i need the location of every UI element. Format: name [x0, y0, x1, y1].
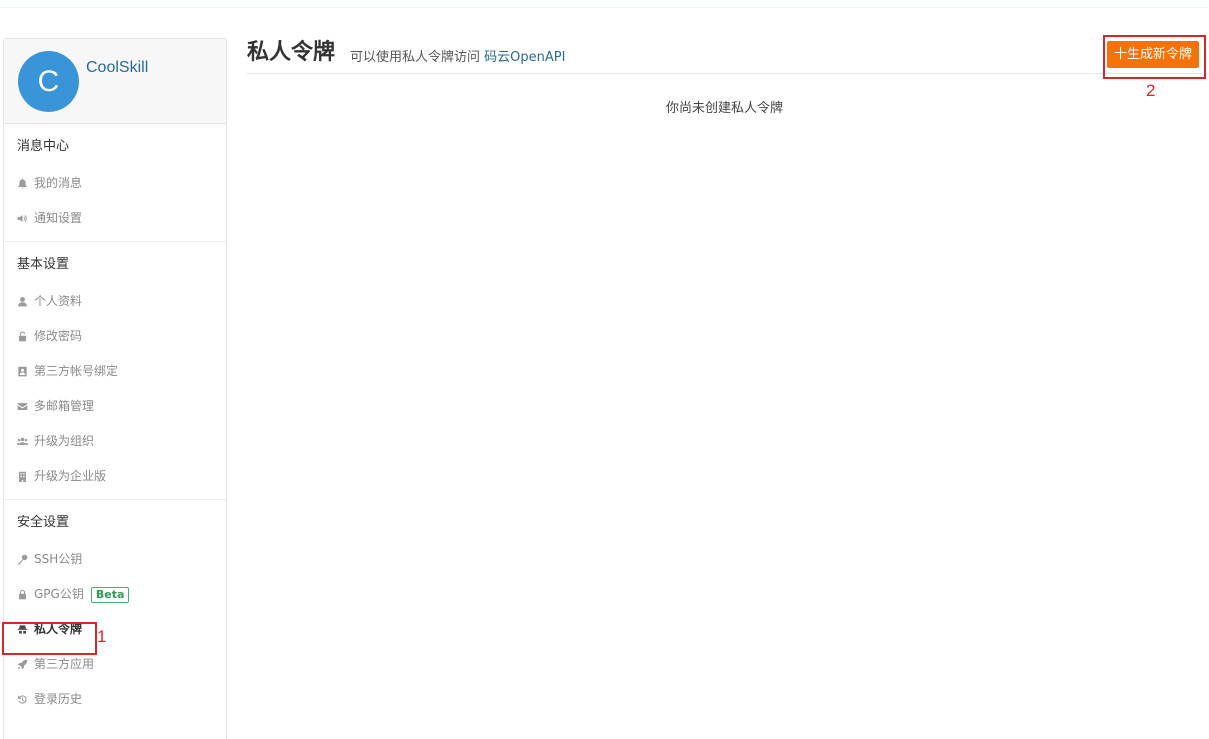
sidebar-group-basic: 基本设置 个人资料 修改密码 第三方帐号绑定 多邮箱管理 升级为组织 升级为企业…: [4, 242, 226, 500]
annotation-number-2: 2: [1146, 81, 1156, 100]
bell-icon: [16, 178, 28, 190]
users-icon: [16, 436, 28, 448]
sidebar-item-notification-settings[interactable]: 通知设置: [4, 201, 226, 236]
building-icon: [16, 471, 28, 483]
unlock-icon: [16, 331, 28, 343]
user-icon: [16, 296, 28, 308]
sidebar-item-label: 修改密码: [34, 329, 83, 343]
highlight-box-2: [1103, 35, 1206, 79]
annotation-number-1: 1: [97, 627, 107, 646]
profile-card: C CoolSkill: [4, 39, 226, 124]
beta-badge: Beta: [90, 586, 130, 603]
sidebar-item-gpg-keys[interactable]: GPG公钥 Beta: [4, 577, 226, 612]
empty-state-text: 你尚未创建私人令牌: [665, 101, 783, 116]
envelope-icon: [16, 401, 28, 413]
page-title: 私人令牌: [247, 40, 336, 65]
main-content: 私人令牌 可以使用私人令牌访问 码云OpenAPI 十生成新令牌 你尚未创建私人…: [247, 38, 1202, 116]
sidebar-item-login-history[interactable]: 登录历史: [4, 682, 226, 717]
top-bar: [0, 0, 1209, 8]
highlight-box-1: [2, 622, 97, 655]
sidebar-item-label: 第三方帐号绑定: [34, 364, 119, 378]
group-title-messages: 消息中心: [17, 139, 70, 154]
rocket-icon: [16, 659, 28, 671]
sidebar-item-label: 通知设置: [34, 211, 83, 225]
sidebar-item-label: 我的消息: [34, 176, 83, 190]
group-title-basic: 基本设置: [17, 257, 70, 272]
sidebar-item-ssh-keys[interactable]: SSH公钥: [4, 542, 226, 577]
sidebar-item-label: 个人资料: [34, 294, 83, 308]
group-title-security: 安全设置: [17, 515, 70, 530]
sidebar-item-my-messages[interactable]: 我的消息: [4, 166, 226, 201]
page-header: 私人令牌 可以使用私人令牌访问 码云OpenAPI 十生成新令牌: [247, 38, 1202, 74]
avatar[interactable]: C: [18, 51, 79, 112]
sidebar-item-label: SSH公钥: [34, 552, 83, 566]
subtitle-text: 可以使用私人令牌访问: [350, 50, 481, 65]
username[interactable]: CoolSkill: [86, 59, 148, 77]
sidebar-item-change-password[interactable]: 修改密码: [4, 319, 226, 354]
sidebar-group-messages: 消息中心 我的消息 通知设置: [4, 124, 226, 242]
speaker-icon: [16, 213, 28, 225]
sidebar-item-label: 升级为组织: [34, 434, 95, 448]
sidebar-item-third-party-binding[interactable]: 第三方帐号绑定: [4, 354, 226, 389]
page-subtitle: 可以使用私人令牌访问 码云OpenAPI: [350, 46, 565, 65]
sidebar-item-label: 登录历史: [34, 692, 83, 706]
history-icon: [16, 694, 28, 706]
sidebar-item-label: GPG公钥: [34, 587, 84, 601]
sidebar-item-profile[interactable]: 个人资料: [4, 284, 226, 319]
openapi-link[interactable]: 码云OpenAPI: [484, 50, 565, 65]
sidebar-item-upgrade-enterprise[interactable]: 升级为企业版: [4, 459, 226, 494]
sidebar-item-email-management[interactable]: 多邮箱管理: [4, 389, 226, 424]
sidebar-group-security: 安全设置 SSH公钥 GPG公钥 Beta 私人令牌 第三方应用 登录历史: [4, 500, 226, 722]
sidebar-item-label: 多邮箱管理: [34, 399, 95, 413]
key-icon: [16, 554, 28, 566]
sidebar-item-label: 升级为企业版: [34, 469, 107, 483]
sidebar-item-upgrade-org[interactable]: 升级为组织: [4, 424, 226, 459]
lock-icon: [16, 589, 28, 601]
contact-card-icon: [16, 366, 28, 378]
